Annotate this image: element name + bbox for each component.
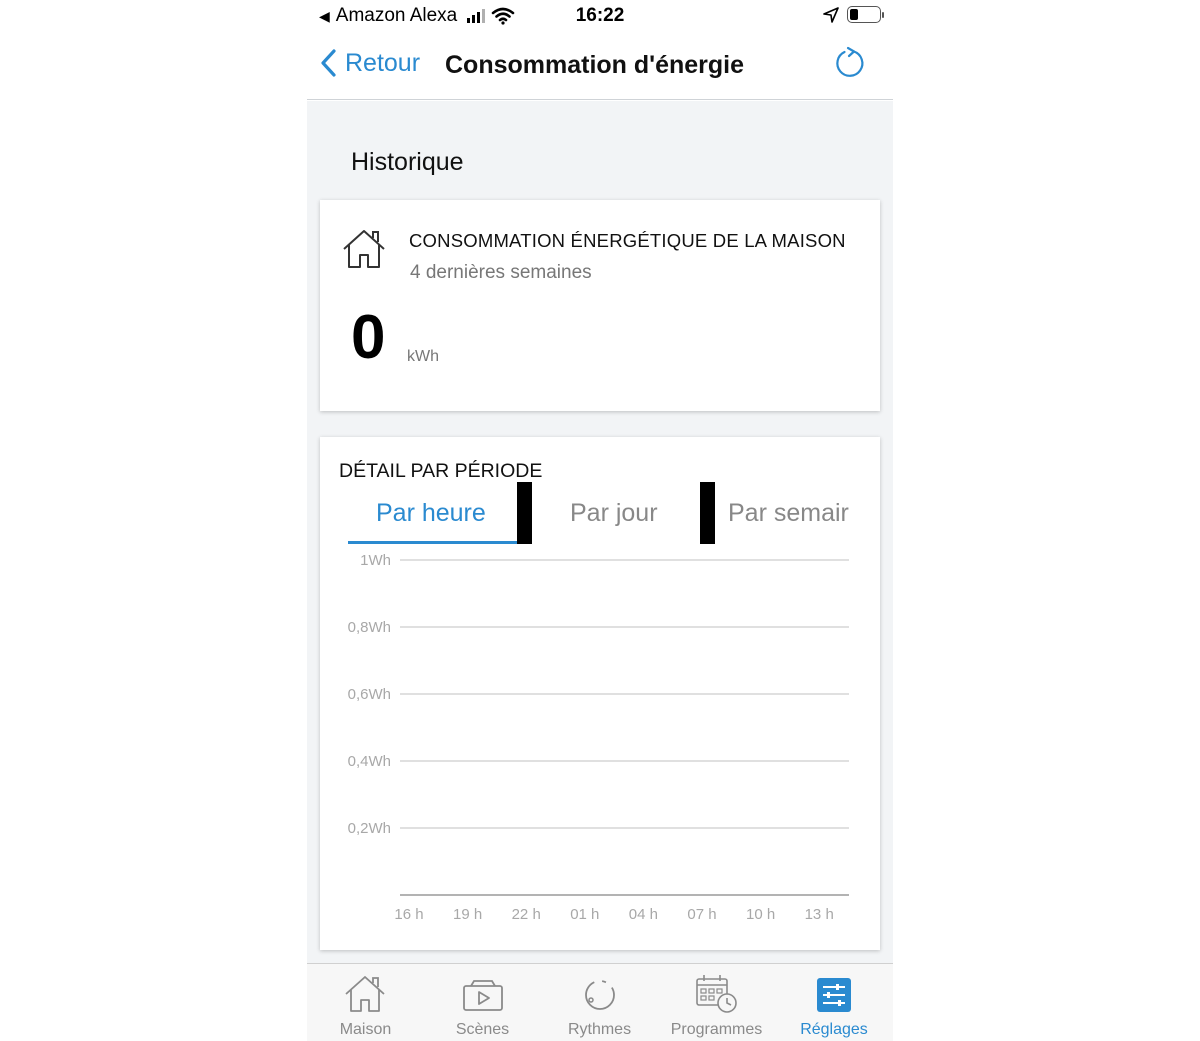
tab-par-jour[interactable]: Par jour — [570, 499, 658, 528]
y-tick-label: 0,4Wh — [348, 753, 391, 770]
y-tick-label: 0,2Wh — [348, 820, 391, 837]
status-bar: ◀ Amazon Alexa 16:22 — [307, 0, 893, 34]
scenes-icon — [463, 980, 503, 1011]
tab-par-heure[interactable]: Par heure — [376, 499, 486, 528]
summary-card: CONSOMMATION ÉNERGÉTIQUE DE LA MAISON 4 … — [320, 200, 880, 411]
navigation-bar: Retour Consommation d'énergie — [307, 34, 893, 100]
summary-title: CONSOMMATION ÉNERGÉTIQUE DE LA MAISON — [409, 230, 846, 251]
house-icon — [345, 976, 385, 1012]
y-tick-label: 0,6Wh — [348, 686, 391, 703]
tab-label: Scènes — [455, 1021, 510, 1038]
period-tabs: Par heure Par jour Par semair — [320, 482, 880, 546]
tab-scenes[interactable]: Scènes — [424, 964, 541, 1041]
x-tick-label: 10 h — [746, 906, 775, 923]
y-tick-label: 0,8Wh — [348, 619, 391, 636]
refresh-icon[interactable] — [833, 46, 867, 80]
tab-reglages[interactable]: Réglages — [775, 964, 893, 1041]
house-icon — [343, 230, 385, 268]
location-arrow-icon — [823, 6, 839, 23]
tab-label: Rythmes — [567, 1021, 632, 1038]
tab-label: Programmes — [670, 1021, 763, 1038]
section-title: Historique — [351, 148, 464, 176]
tab-rythmes[interactable]: Rythmes — [541, 964, 658, 1041]
y-tick-label: 1Wh — [360, 552, 391, 569]
x-tick-label: 19 h — [453, 906, 482, 923]
x-tick-label: 01 h — [570, 906, 599, 923]
phone-screen: ◀ Amazon Alexa 16:22 Retour Consommation… — [307, 0, 893, 1041]
back-button[interactable]: Retour — [319, 48, 420, 78]
x-tick-label: 07 h — [687, 906, 716, 923]
rhythm-icon — [585, 980, 615, 1010]
x-tick-label: 04 h — [629, 906, 658, 923]
chevron-left-icon — [321, 49, 336, 77]
tab-par-semaine[interactable]: Par semair — [728, 499, 880, 528]
page-title: Consommation d'énergie — [445, 51, 745, 79]
status-time: 16:22 — [575, 5, 625, 26]
battery-icon — [847, 6, 884, 23]
tab-label: Réglages — [800, 1021, 868, 1038]
back-button-label: Retour — [345, 48, 421, 77]
tab-programmes[interactable]: Programmes — [658, 964, 775, 1041]
energy-chart: 1Wh 0,8Wh 0,6Wh 0,4Wh 0,2Wh 16 h 19 h 22 h 01 h 0… — [348, 552, 849, 923]
tab-label: Maison — [339, 1021, 392, 1038]
x-tick-label: 13 h — [805, 906, 834, 923]
summary-subtitle: 4 dernières semaines — [410, 262, 592, 283]
calendar-clock-icon — [696, 975, 737, 1013]
content-area: Historique CONSOMMATION ÉNERGÉTIQUE DE L… — [307, 101, 893, 963]
summary-value: 0 — [351, 303, 386, 372]
x-tick-label: 22 h — [512, 906, 541, 923]
tab-separator — [517, 482, 532, 544]
bottom-tab-bar: Maison Scènes Rythmes Programmes Réglage… — [307, 963, 893, 1041]
settings-sliders-icon — [817, 978, 851, 1012]
active-tab-indicator — [348, 541, 517, 544]
tab-separator — [700, 482, 715, 544]
detail-card: DÉTAIL PAR PÉRIODE Par heure Par jour Pa… — [320, 437, 880, 950]
x-tick-label: 16 h — [394, 906, 423, 923]
summary-unit: kWh — [407, 348, 439, 365]
detail-title: DÉTAIL PAR PÉRIODE — [339, 460, 543, 482]
tab-maison[interactable]: Maison — [307, 964, 424, 1041]
